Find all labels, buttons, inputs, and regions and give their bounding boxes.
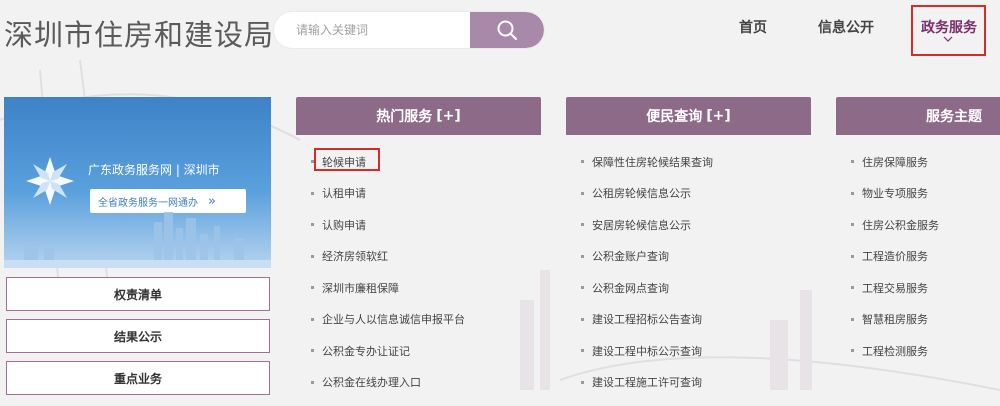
city-skyline-graphic — [4, 212, 271, 268]
hot-services-panel: 热门服务 [+] 轮候申请 认租申请 认购申请 经济房领软红 深圳市廉租保障 企… — [296, 97, 541, 398]
hot-services-list: 轮候申请 认租申请 认购申请 经济房领软红 深圳市廉租保障 企业与人以信息诚信申… — [296, 146, 541, 398]
list-item[interactable]: 保障性住房轮候结果查询 — [566, 146, 811, 178]
hot-services-header: 热门服务 [+] — [296, 97, 541, 135]
list-item[interactable]: 认租申请 — [296, 178, 541, 210]
nav-home[interactable]: 首页 — [739, 17, 767, 37]
hot-services-title: 热门服务 — [376, 109, 433, 125]
list-item[interactable]: 工程交易服务 — [836, 272, 1000, 304]
list-item[interactable]: 认购申请 — [296, 209, 541, 241]
nav-info-disclosure[interactable]: 信息公开 — [818, 17, 874, 37]
service-themes-panel: 服务主题 住房保障服务 物业专项服务 住房公积金服务 工程造价服务 工程交易服务… — [836, 97, 1000, 367]
list-item[interactable]: 公租房轮候信息公示 — [566, 178, 811, 210]
list-item[interactable]: 公积金网点查询 — [566, 272, 811, 304]
search-input[interactable] — [274, 12, 470, 48]
banner-pill-text: 全省政务服务一网通办 — [98, 197, 198, 209]
search-icon — [497, 20, 518, 41]
nav-government-services[interactable]: 政务服务 — [921, 17, 977, 37]
item-highlight-box — [314, 148, 380, 171]
list-item[interactable]: 物业专项服务 — [836, 178, 1000, 210]
list-item[interactable]: 住房保障服务 — [836, 146, 1000, 178]
list-item[interactable]: 公积金在线办理入口 — [296, 367, 541, 399]
service-themes-header: 服务主题 — [836, 97, 1000, 135]
list-item[interactable]: 经济房领软红 — [296, 241, 541, 273]
banner-title: 广东政务服务网 | 深圳市 — [88, 163, 220, 177]
convenience-query-header: 便民查询 [+] — [566, 97, 811, 135]
search-bar — [274, 12, 544, 48]
list-item[interactable]: 深圳市廉租保障 — [296, 272, 541, 304]
list-item[interactable]: 公积金专办让证记 — [296, 335, 541, 367]
site-title: 深圳市住房和建设局 — [4, 18, 275, 52]
list-item[interactable]: 建设工程施工许可查询 — [566, 367, 811, 399]
list-item[interactable]: 工程造价服务 — [836, 241, 1000, 273]
list-item[interactable]: 住房公积金服务 — [836, 209, 1000, 241]
convenience-query-panel: 便民查询 [+] 保障性住房轮候结果查询 公租房轮候信息公示 安居房轮候信息公示… — [566, 97, 811, 398]
hot-services-more-link[interactable]: [+] — [436, 108, 461, 124]
list-item[interactable]: 企业与人以信息诚信申报平台 — [296, 304, 541, 336]
service-themes-title: 服务主题 — [926, 109, 982, 125]
list-item[interactable]: 安居房轮候信息公示 — [566, 209, 811, 241]
list-item[interactable]: 工程检测服务 — [836, 335, 1000, 367]
side-button-responsibility-list[interactable]: 权责清单 — [6, 277, 270, 311]
convenience-query-list: 保障性住房轮候结果查询 公租房轮候信息公示 安居房轮候信息公示 公积金账户查询 … — [566, 146, 811, 398]
search-button[interactable] — [470, 12, 544, 48]
guangdong-service-banner[interactable]: 广东政务服务网 | 深圳市 全省政务服务一网通办 » — [4, 97, 271, 268]
list-item[interactable]: 建设工程中标公示查询 — [566, 335, 811, 367]
chevron-down-icon — [943, 36, 953, 42]
side-button-key-business[interactable]: 重点业务 — [6, 361, 270, 395]
list-item[interactable]: 建设工程招标公告查询 — [566, 304, 811, 336]
convenience-query-title: 便民查询 — [646, 109, 703, 125]
service-themes-list: 住房保障服务 物业专项服务 住房公积金服务 工程造价服务 工程交易服务 智慧租房… — [836, 146, 1000, 367]
side-button-results-publicity[interactable]: 结果公示 — [6, 319, 270, 353]
convenience-query-more-link[interactable]: [+] — [706, 108, 731, 124]
list-item[interactable]: 公积金账户查询 — [566, 241, 811, 273]
guangdong-service-logo-icon — [26, 157, 74, 205]
list-item[interactable]: 智慧租房服务 — [836, 304, 1000, 336]
double-chevron-right-icon: » — [208, 193, 216, 209]
